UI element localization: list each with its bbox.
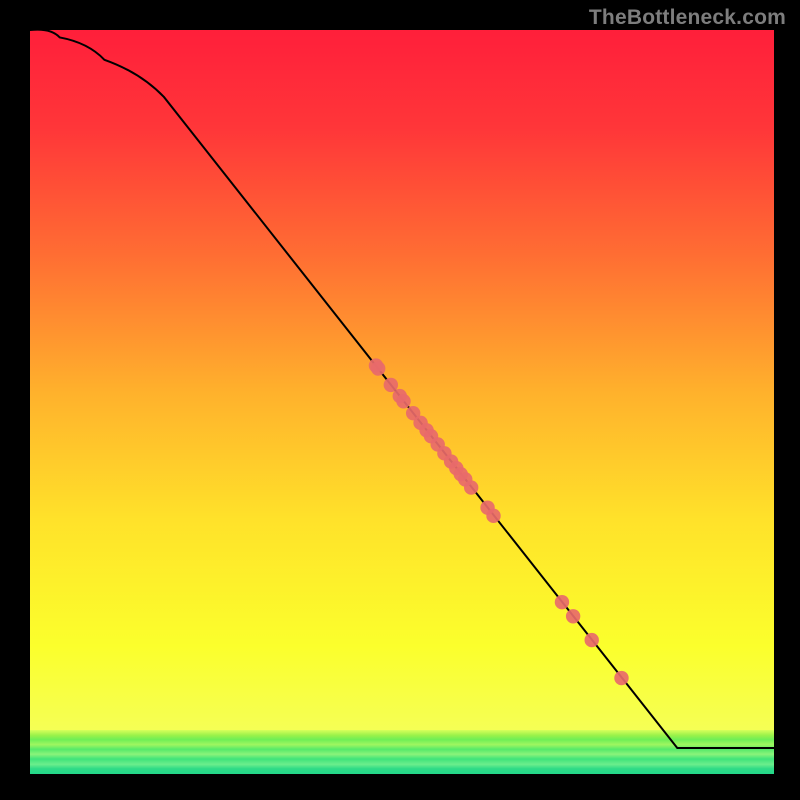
data-marker [555, 595, 569, 609]
heat-gradient-bg [30, 30, 774, 730]
data-marker [585, 633, 599, 647]
chart-svg [30, 30, 774, 774]
data-marker [384, 378, 398, 392]
data-marker [464, 480, 478, 494]
data-marker [486, 509, 500, 523]
watermark-label: TheBottleneck.com [589, 6, 786, 30]
plot-area [30, 30, 774, 774]
data-marker [614, 671, 628, 685]
data-marker [396, 394, 410, 408]
data-marker [566, 609, 580, 623]
green-band [30, 730, 774, 774]
chart-stage: TheBottleneck.com [0, 0, 800, 800]
data-marker [371, 361, 385, 375]
